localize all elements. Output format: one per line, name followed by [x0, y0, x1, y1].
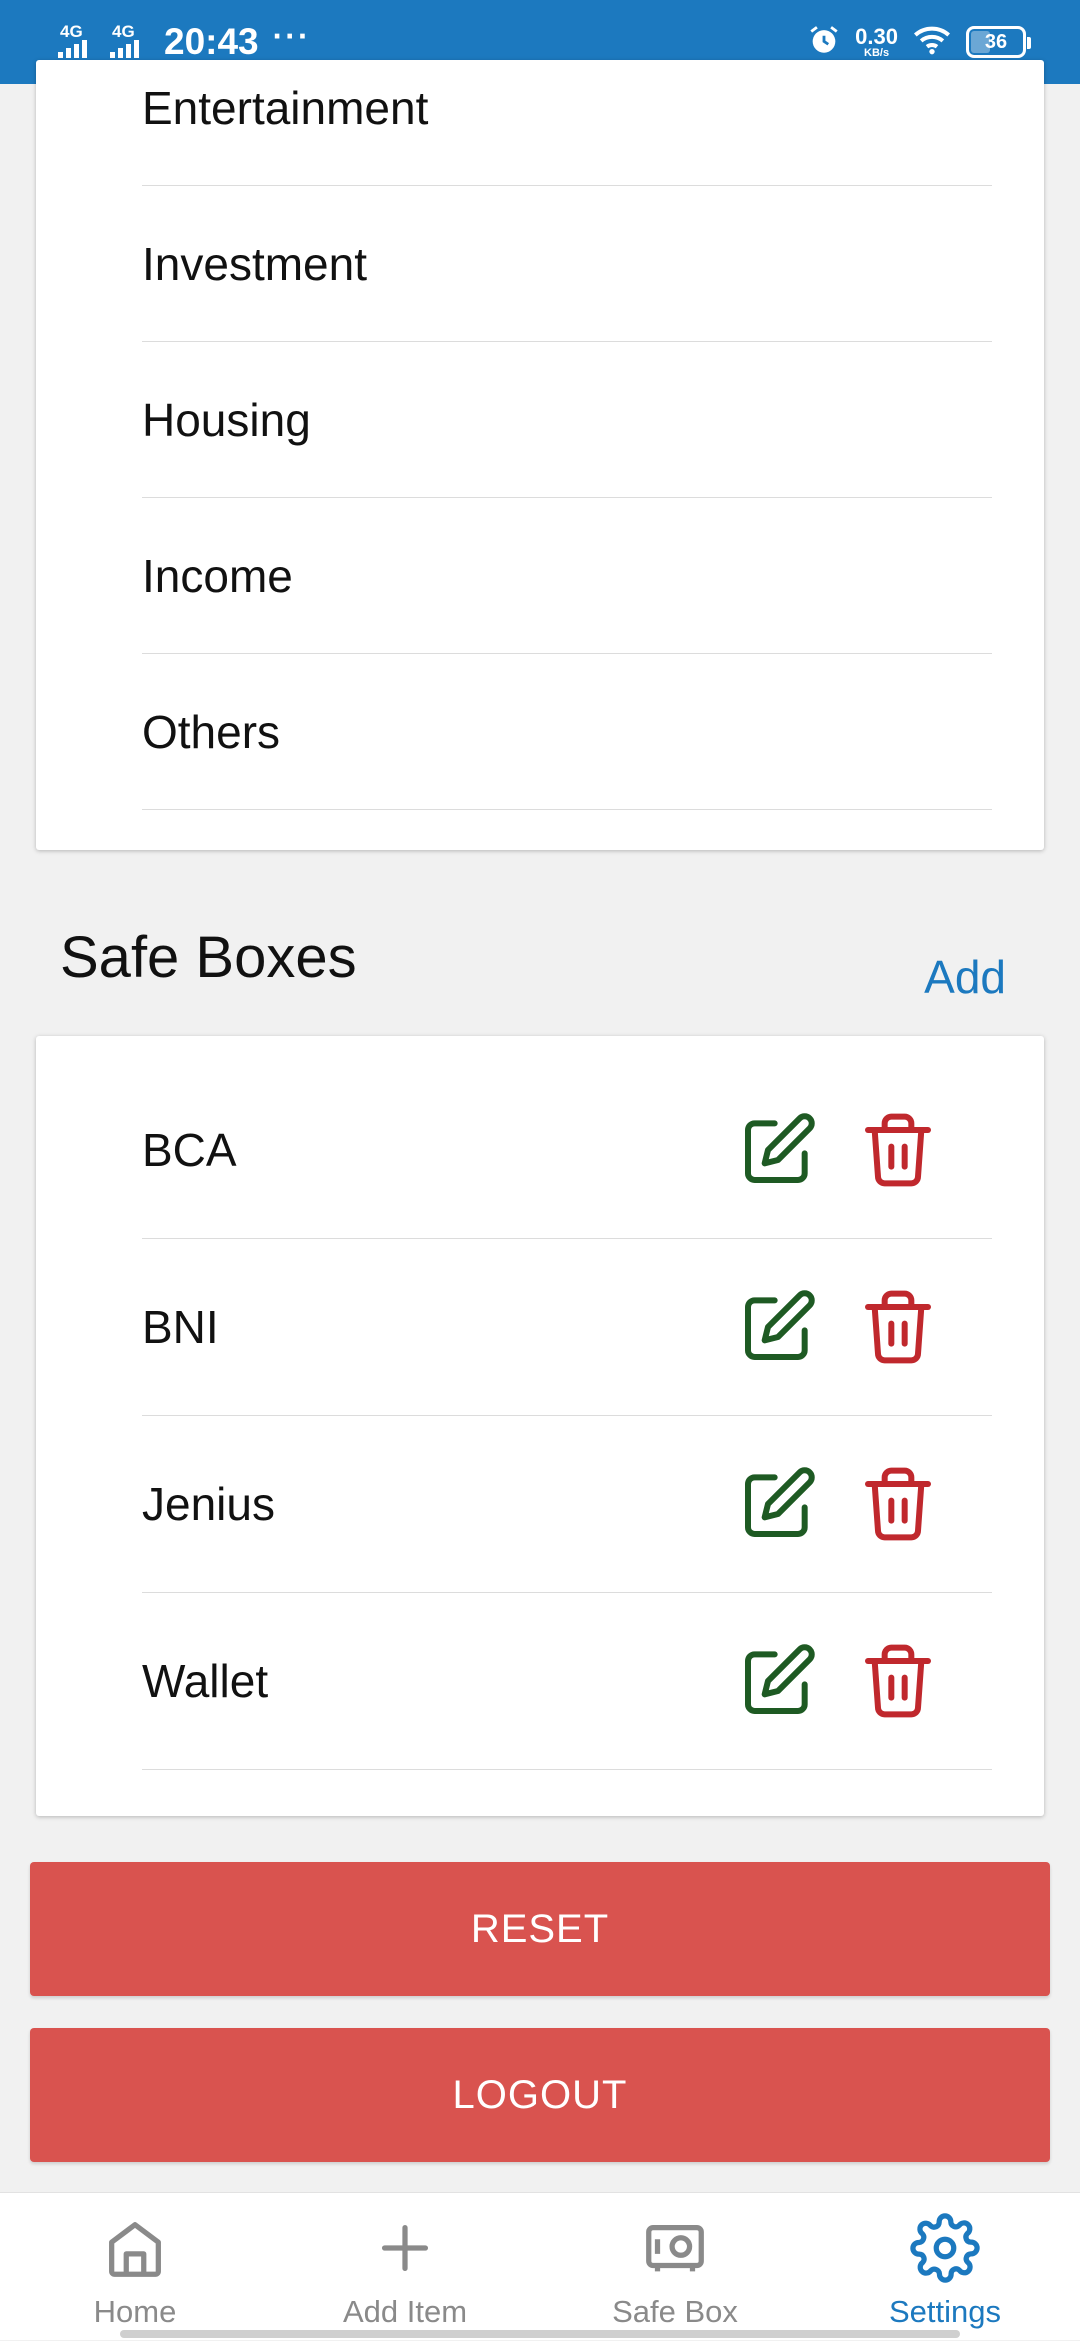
nav-add-item[interactable]: Add Item	[270, 2193, 540, 2341]
delete-icon[interactable]	[858, 1641, 938, 1721]
nav-home[interactable]: Home	[0, 2193, 270, 2341]
delete-icon[interactable]	[858, 1464, 938, 1544]
nav-label: Safe Box	[612, 2294, 738, 2329]
signal-icon: 4G	[56, 22, 94, 62]
category-item[interactable]: Housing	[142, 342, 992, 498]
signal-icon: 4G	[108, 22, 146, 62]
edit-icon[interactable]	[738, 1287, 818, 1367]
nav-safe-box[interactable]: Safe Box	[540, 2193, 810, 2341]
edit-icon[interactable]	[738, 1464, 818, 1544]
nav-label: Home	[93, 2294, 177, 2329]
safe-box-name: BCA	[142, 1124, 237, 1176]
nav-settings[interactable]: Settings	[810, 2193, 1080, 2341]
gear-icon	[910, 2213, 980, 2288]
category-label: Housing	[142, 393, 311, 446]
plus-icon	[370, 2213, 440, 2288]
category-label: Entertainment	[142, 81, 429, 134]
safe-box-row: BNI	[142, 1239, 992, 1416]
safe-box-row: BCA	[142, 1062, 992, 1239]
safe-box-row: Jenius	[142, 1416, 992, 1593]
edit-icon[interactable]	[738, 1110, 818, 1190]
safe-box-name: Jenius	[142, 1478, 275, 1530]
category-item[interactable]: Income	[142, 498, 992, 654]
category-label: Income	[142, 549, 293, 602]
safe-boxes-title: Safe Boxes	[60, 925, 357, 990]
category-item[interactable]: Investment	[142, 186, 992, 342]
bottom-navigation: Home Add Item Safe Box Settings	[0, 2192, 1080, 2340]
home-icon	[100, 2213, 170, 2288]
network-type: 4G	[112, 22, 135, 41]
delete-icon[interactable]	[858, 1287, 938, 1367]
nav-label: Add Item	[342, 2294, 468, 2329]
category-item[interactable]: Entertainment	[142, 30, 992, 186]
logout-button[interactable]: LOGOUT	[30, 2028, 1050, 2162]
category-item[interactable]: Others	[142, 654, 992, 810]
add-safe-box-link[interactable]: Add	[924, 950, 1006, 1004]
safe-box-name: BNI	[142, 1301, 219, 1353]
delete-icon[interactable]	[858, 1110, 938, 1190]
safe-box-row: Wallet	[142, 1593, 992, 1770]
category-label: Investment	[142, 237, 367, 290]
nav-label: Settings	[888, 2294, 1001, 2329]
reset-button[interactable]: RESET	[30, 1862, 1050, 1996]
edit-icon[interactable]	[738, 1641, 818, 1721]
network-type: 4G	[60, 22, 83, 41]
safe-box-name: Wallet	[142, 1655, 269, 1707]
categories-card: Entertainment Investment Housing Income …	[36, 60, 1044, 850]
category-label: Others	[142, 705, 281, 758]
safe-boxes-card: BCA BNI Jenius Wallet	[36, 1036, 1044, 1816]
safe-icon	[640, 2213, 710, 2288]
home-indicator[interactable]	[120, 2330, 960, 2338]
